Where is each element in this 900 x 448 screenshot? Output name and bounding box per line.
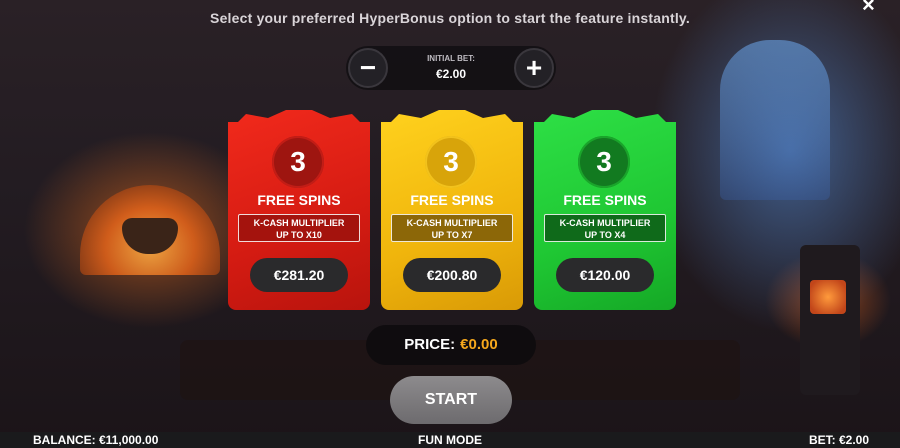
stove-fire [810, 280, 846, 314]
multiplier-label: K-CASH MULTIPLIER [253, 218, 345, 228]
bonus-option-card-x7[interactable]: 3 FREE SPINS K-CASH MULTIPLIER UP TO X7 … [381, 110, 523, 310]
cauldron-pot [122, 218, 178, 254]
bonus-option-card-x10[interactable]: 3 FREE SPINS K-CASH MULTIPLIER UP TO X10… [228, 110, 370, 310]
option-price-button[interactable]: €200.80 [403, 258, 501, 292]
multiplier-label: K-CASH MULTIPLIER [406, 218, 498, 228]
status-footer: BALANCE: €11,000.00 FUN MODE BET: €2.00 [0, 432, 900, 448]
spins-count-badge: 3 [578, 136, 630, 188]
free-spins-label: FREE SPINS [563, 192, 647, 208]
free-spins-label: FREE SPINS [257, 192, 341, 208]
multiplier-box: K-CASH MULTIPLIER UP TO X7 [391, 214, 513, 242]
bet-readout: BET: €2.00 [808, 433, 869, 447]
multiplier-value: UP TO X10 [276, 230, 322, 240]
initial-bet-selector: − INITIAL BET: €2.00 + [346, 46, 556, 90]
price-label: PRICE: [404, 336, 456, 353]
fireplace-glow [80, 185, 220, 275]
close-icon[interactable]: × [862, 0, 875, 18]
price-value: €0.00 [460, 336, 498, 353]
multiplier-box: K-CASH MULTIPLIER UP TO X4 [544, 214, 666, 242]
stove [800, 245, 860, 395]
free-spins-label: FREE SPINS [410, 192, 494, 208]
multiplier-value: UP TO X7 [431, 230, 473, 240]
spins-count-badge: 3 [425, 136, 477, 188]
increase-bet-button[interactable]: + [514, 48, 554, 88]
multiplier-box: K-CASH MULTIPLIER UP TO X10 [238, 214, 360, 242]
start-button[interactable]: START [390, 376, 512, 424]
total-price-display: PRICE: €0.00 [366, 325, 536, 365]
window-glow [720, 40, 830, 200]
mode-indicator: FUN MODE [418, 433, 482, 447]
spins-count-badge: 3 [272, 136, 324, 188]
multiplier-value: UP TO X4 [584, 230, 626, 240]
instructions-subtitle: Select your preferred HyperBonus option … [210, 10, 690, 26]
multiplier-label: K-CASH MULTIPLIER [559, 218, 651, 228]
option-price-button[interactable]: €281.20 [250, 258, 348, 292]
bonus-option-card-x4[interactable]: 3 FREE SPINS K-CASH MULTIPLIER UP TO X4 … [534, 110, 676, 310]
option-price-button[interactable]: €120.00 [556, 258, 654, 292]
